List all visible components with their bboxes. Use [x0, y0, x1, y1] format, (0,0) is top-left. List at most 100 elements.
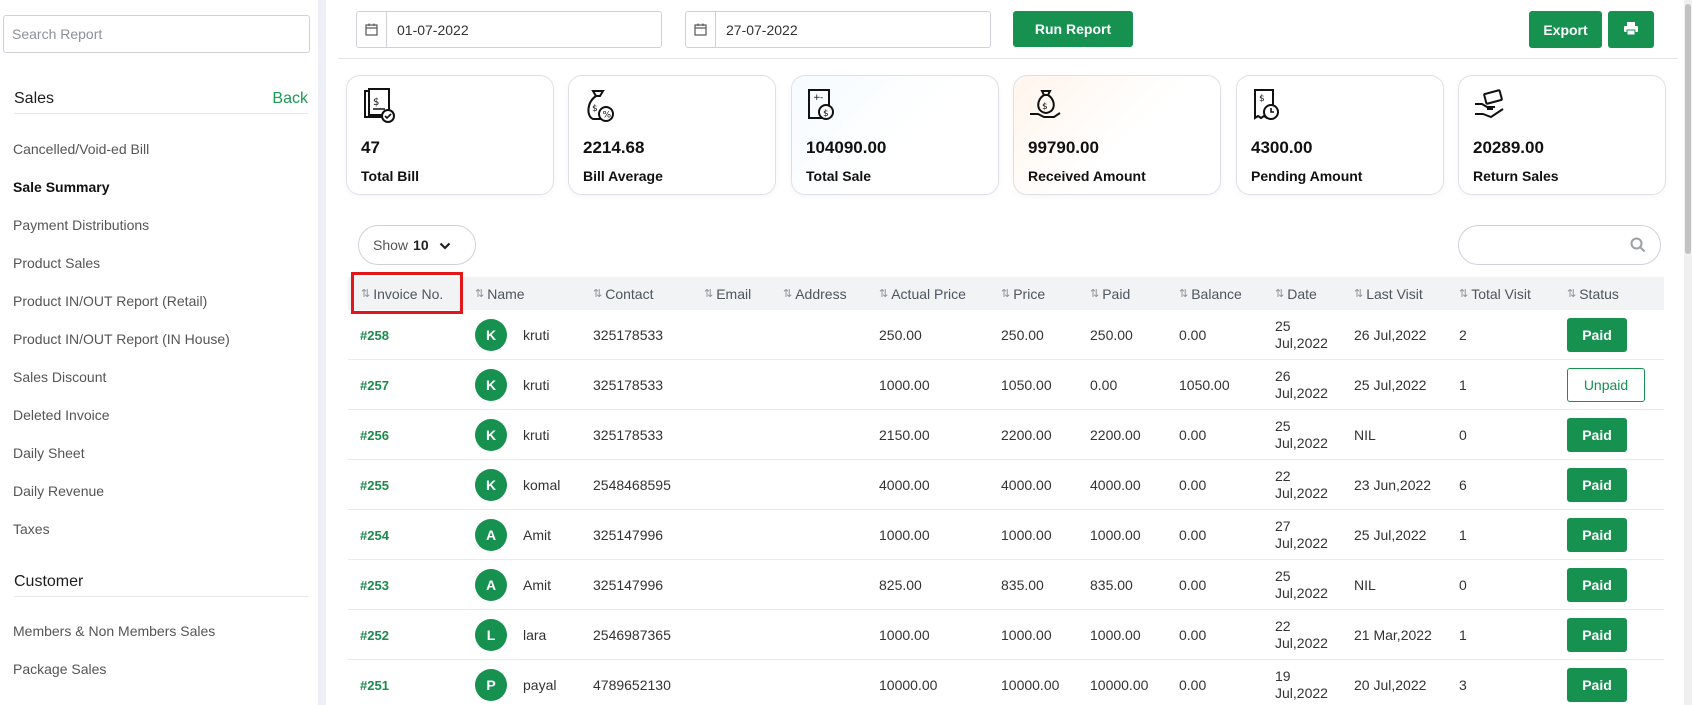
column-price[interactable]: ⇅ Price: [1001, 277, 1045, 310]
invoice-link[interactable]: #258: [360, 310, 389, 360]
invoice-link[interactable]: #255: [360, 460, 389, 510]
column-email[interactable]: ⇅ Email: [704, 277, 751, 310]
column-paid[interactable]: ⇅ Paid: [1090, 277, 1130, 310]
sidebar-item-product-inout-inhouse[interactable]: Product IN/OUT Report (IN House): [13, 331, 230, 347]
customer-name: lara: [523, 627, 547, 643]
to-date-value: 27-07-2022: [726, 21, 798, 38]
last-visit-cell: 25 Jul,2022: [1354, 527, 1427, 543]
received-amount-value: 99790.00: [1028, 138, 1099, 157]
paid-cell: 0.00: [1090, 377, 1118, 393]
sidebar-item-payment-distributions[interactable]: Payment Distributions: [13, 217, 149, 233]
sidebar-item-product-inout-retail[interactable]: Product IN/OUT Report (Retail): [13, 293, 207, 309]
invoice-link[interactable]: #251: [360, 660, 389, 705]
last-visit-cell: NIL: [1354, 577, 1376, 593]
card-pending-amount: $ 4300.00 Pending Amount: [1236, 75, 1444, 195]
invoice-link[interactable]: #257: [360, 360, 389, 410]
scrollbar-thumb[interactable]: [1685, 4, 1691, 254]
table-row: #258 Kkruti 325178533 250.00 250.00 250.…: [348, 310, 1664, 360]
contact-cell: 4789652130: [593, 677, 671, 693]
show-entries-select[interactable]: Show 10: [358, 225, 476, 265]
customer-cell: Ppayal: [475, 660, 556, 705]
status-cell: Paid: [1567, 660, 1627, 705]
column-date[interactable]: ⇅ Date: [1275, 277, 1317, 310]
invoice-link[interactable]: #253: [360, 560, 389, 610]
column-last-visit[interactable]: ⇅ Last Visit: [1354, 277, 1423, 310]
sidebar-item-sales-discount[interactable]: Sales Discount: [13, 369, 106, 385]
price-cell: 1050.00: [1001, 377, 1052, 393]
actual-price-cell: 4000.00: [879, 477, 930, 493]
column-actual-price[interactable]: ⇅ Actual Price: [879, 277, 966, 310]
invoice-link[interactable]: #254: [360, 510, 389, 560]
avatar: K: [475, 319, 507, 351]
column-label: Price: [1013, 285, 1046, 302]
sidebar-item-daily-sheet[interactable]: Daily Sheet: [13, 445, 85, 461]
card-total-bill: $ 47 Total Bill: [346, 75, 554, 195]
total-bill-value: 47: [361, 138, 380, 157]
status-badge[interactable]: Paid: [1567, 568, 1627, 602]
card-total-sale: + - $ 104090.00 Total Sale: [791, 75, 999, 195]
avatar: A: [475, 519, 507, 551]
run-report-button[interactable]: Run Report: [1013, 11, 1133, 47]
export-button[interactable]: Export: [1529, 11, 1602, 48]
status-badge[interactable]: Paid: [1567, 318, 1627, 352]
status-badge[interactable]: Paid: [1567, 618, 1627, 652]
price-cell: 2200.00: [1001, 427, 1052, 443]
contact-cell: 325178533: [593, 377, 664, 393]
table-search-input[interactable]: [1458, 225, 1661, 265]
sales-section-title: Sales: [14, 89, 55, 107]
date-cell: 26 Jul,2022: [1275, 360, 1328, 410]
column-status[interactable]: ⇅ Status: [1567, 277, 1619, 310]
sidebar-item-members-sales[interactable]: Members & Non Members Sales: [13, 623, 215, 639]
last-visit-cell: 21 Mar,2022: [1354, 627, 1432, 643]
balance-cell: 0.00: [1179, 527, 1207, 543]
customer-cell: Kkruti: [475, 310, 549, 360]
column-name[interactable]: ⇅ Name: [475, 277, 525, 310]
status-badge[interactable]: Paid: [1567, 518, 1627, 552]
table-row: #255 Kkomal 2548468595 4000.00 4000.00 4…: [348, 460, 1664, 510]
search-report-input[interactable]: [3, 15, 310, 53]
sidebar-item-daily-revenue[interactable]: Daily Revenue: [13, 483, 104, 499]
last-visit-cell: NIL: [1354, 427, 1376, 443]
card-received-amount: $ 99790.00 Received Amount: [1013, 75, 1221, 195]
sidebar-item-cancelled-void-bill[interactable]: Cancelled/Void-ed Bill: [13, 141, 149, 157]
search-icon: [1630, 237, 1646, 256]
page-scrollbar[interactable]: [1684, 0, 1692, 705]
column-address[interactable]: ⇅ Address: [783, 277, 847, 310]
status-badge[interactable]: Paid: [1567, 418, 1627, 452]
sidebar-item-deleted-invoice[interactable]: Deleted Invoice: [13, 407, 110, 423]
sidebar-item-taxes[interactable]: Taxes: [13, 521, 50, 537]
invoice-link[interactable]: #256: [360, 410, 389, 460]
last-visit-cell: 23 Jun,2022: [1354, 477, 1432, 493]
contact-cell: 325147996: [593, 527, 664, 543]
contact-cell: 325178533: [593, 327, 664, 343]
sidebar: Sales Back Cancelled/Void-ed Bill Sale S…: [0, 0, 318, 705]
sidebar-item-package-sales[interactable]: Package Sales: [13, 661, 106, 677]
column-label: Total Visit: [1471, 285, 1531, 302]
from-date-field[interactable]: 01-07-2022: [356, 11, 662, 48]
status-badge[interactable]: Unpaid: [1567, 368, 1645, 402]
sidebar-item-sale-summary[interactable]: Sale Summary: [13, 179, 110, 195]
total-sale-label: Total Sale: [806, 168, 872, 184]
to-date-field[interactable]: 27-07-2022: [685, 11, 991, 48]
status-badge[interactable]: Paid: [1567, 468, 1627, 502]
contact-cell: 325147996: [593, 577, 664, 593]
balance-cell: 0.00: [1179, 627, 1207, 643]
total-visit-cell: 1: [1459, 527, 1467, 543]
column-label: Address: [795, 285, 847, 302]
column-contact[interactable]: ⇅ Contact: [593, 277, 653, 310]
calculator-receipt-icon: + -$: [808, 89, 834, 120]
column-label: Status: [1579, 285, 1619, 302]
hand-money-icon: [1475, 89, 1504, 119]
toolbar-divider: [338, 58, 1678, 59]
column-total-visit[interactable]: ⇅ Total Visit: [1459, 277, 1531, 310]
back-link[interactable]: Back: [272, 90, 308, 108]
status-badge[interactable]: Paid: [1567, 668, 1627, 702]
sidebar-item-product-sales[interactable]: Product Sales: [13, 255, 100, 271]
print-button[interactable]: [1608, 11, 1654, 48]
invoice-link[interactable]: #252: [360, 610, 389, 660]
column-balance[interactable]: ⇅ Balance: [1179, 277, 1242, 310]
customer-name: Amit: [523, 527, 551, 543]
paid-cell: 2200.00: [1090, 427, 1141, 443]
column-invoice-no[interactable]: ⇅ Invoice No.: [361, 277, 443, 310]
contact-cell: 2548468595: [593, 477, 671, 493]
